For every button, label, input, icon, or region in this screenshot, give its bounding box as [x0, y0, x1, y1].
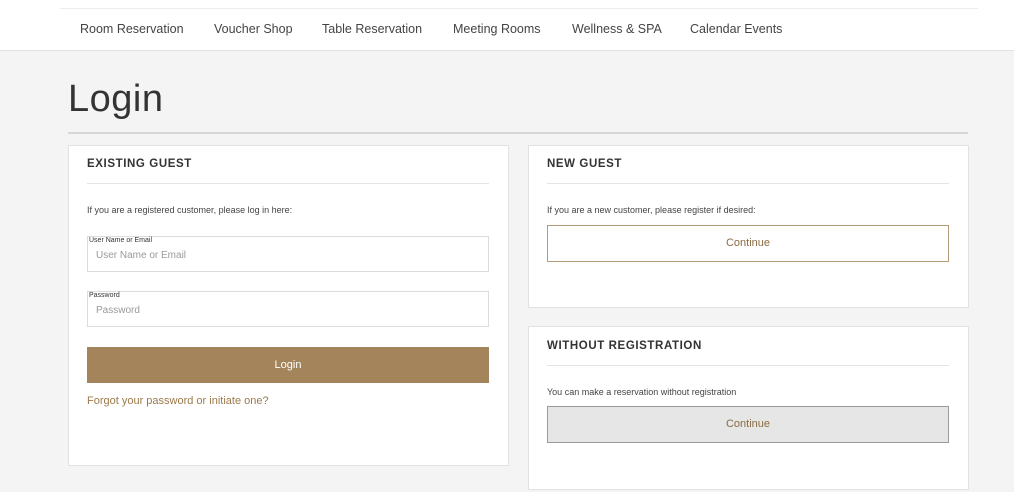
without-registration-intro: You can make a reservation without regis… — [547, 387, 737, 397]
nav-room-reservation[interactable]: Room Reservation — [80, 22, 184, 36]
initiate-password-link[interactable]: initiate one? — [209, 395, 268, 407]
top-navigation-bar: Room Reservation Voucher Shop Table Rese… — [0, 0, 1014, 51]
existing-guest-title: EXISTING GUEST — [87, 158, 192, 170]
forgot-password-link[interactable]: Forgot your password or — [87, 395, 206, 407]
forgot-password-line: Forgot your password or initiate one? — [87, 395, 269, 407]
username-input[interactable] — [96, 247, 476, 263]
nav-voucher-shop[interactable]: Voucher Shop — [214, 22, 293, 36]
password-field: Password — [87, 291, 489, 327]
page-title: Login — [68, 78, 164, 120]
username-label: User Name or Email — [89, 237, 153, 244]
card-divider — [547, 183, 949, 184]
existing-guest-intro: If you are a registered customer, please… — [87, 205, 293, 215]
top-divider — [60, 8, 978, 9]
new-guest-title: NEW GUEST — [547, 158, 623, 170]
nav-wellness-spa[interactable]: Wellness & SPA — [572, 22, 662, 36]
password-label: Password — [89, 292, 120, 299]
new-guest-continue-button[interactable]: Continue — [547, 225, 949, 262]
without-registration-card: WITHOUT REGISTRATION You can make a rese… — [528, 326, 969, 490]
card-divider — [87, 183, 489, 184]
login-button[interactable]: Login — [87, 347, 489, 383]
without-registration-continue-button[interactable]: Continue — [547, 406, 949, 443]
username-field: User Name or Email — [87, 236, 489, 272]
title-divider — [68, 132, 968, 134]
nav-meeting-rooms[interactable]: Meeting Rooms — [453, 22, 541, 36]
new-guest-card: NEW GUEST If you are a new customer, ple… — [528, 145, 969, 308]
existing-guest-card: EXISTING GUEST If you are a registered c… — [68, 145, 509, 466]
new-guest-intro: If you are a new customer, please regist… — [547, 205, 756, 215]
card-divider — [547, 365, 949, 366]
nav-table-reservation[interactable]: Table Reservation — [322, 22, 422, 36]
nav-calendar-events[interactable]: Calendar Events — [690, 22, 782, 36]
password-input[interactable] — [96, 302, 476, 318]
without-registration-title: WITHOUT REGISTRATION — [547, 340, 702, 352]
